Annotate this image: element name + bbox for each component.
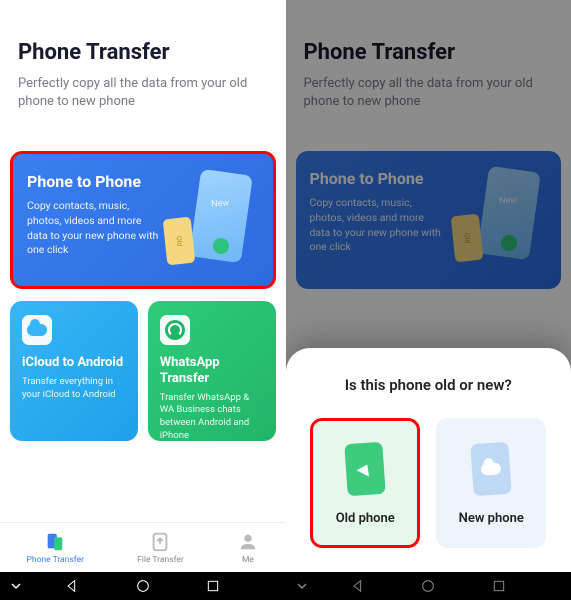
tab-phone-transfer[interactable]: Phone Transfer [27, 531, 84, 565]
choice-row: Old phone New phone [304, 418, 554, 548]
secondary-cards: iCloud to Android Transfer everything in… [10, 301, 276, 441]
icloud-title: iCloud to Android [22, 355, 126, 371]
hero-desc: Copy contacts, music, photos, videos and… [27, 199, 161, 258]
tab-label: File Transfer [137, 555, 184, 565]
back-icon[interactable] [64, 578, 80, 594]
choice-label: Old phone [336, 511, 395, 526]
left-screen: Phone Transfer Perfectly copy all the da… [0, 0, 286, 600]
home-icon[interactable] [420, 578, 436, 594]
phone-transfer-icon [44, 531, 66, 553]
cloud-icon [22, 315, 52, 345]
choice-label: New phone [459, 511, 524, 526]
old-phone-button[interactable]: Old phone [310, 418, 420, 548]
new-phone-icon [465, 441, 517, 497]
cards-container: Phone to Phone Copy contacts, music, pho… [0, 127, 286, 441]
me-icon [237, 531, 259, 553]
icloud-to-android-card[interactable]: iCloud to Android Transfer everything in… [10, 301, 138, 441]
phone-to-phone-card: Phone to Phone Copy contacts, music, pho… [296, 151, 562, 289]
file-transfer-icon [149, 531, 171, 553]
tab-file-transfer[interactable]: File Transfer [137, 531, 184, 565]
whatsapp-icon [160, 315, 190, 345]
hero-desc: Copy contacts, music, photos, videos and… [310, 196, 448, 255]
home-icon[interactable] [135, 578, 151, 594]
bottom-sheet: Is this phone old or new? Old phone New … [286, 348, 571, 572]
phone-illustration: New Old [165, 172, 265, 272]
phone-illustration: New Old [453, 169, 553, 269]
page-subtitle: Perfectly copy all the data from your ol… [304, 75, 554, 111]
recent-icon[interactable] [205, 578, 221, 594]
tab-me[interactable]: Me [237, 531, 259, 565]
android-navbar [286, 572, 571, 600]
chevron-down-icon[interactable] [294, 578, 310, 594]
whatsapp-transfer-card[interactable]: WhatsApp Transfer Transfer WhatsApp & WA… [148, 301, 276, 441]
header: Phone Transfer Perfectly copy all the da… [0, 0, 286, 127]
whatsapp-title: WhatsApp Transfer [160, 355, 264, 386]
recent-icon[interactable] [491, 578, 507, 594]
header: Phone Transfer Perfectly copy all the da… [286, 0, 571, 127]
page-subtitle: Perfectly copy all the data from your ol… [18, 75, 268, 111]
whatsapp-desc: Transfer WhatsApp & WA Business chats be… [160, 392, 264, 443]
new-phone-button[interactable]: New phone [436, 418, 546, 548]
old-phone-icon [339, 441, 391, 497]
phone-to-phone-card[interactable]: Phone to Phone Copy contacts, music, pho… [10, 151, 276, 289]
chevron-down-icon[interactable] [8, 578, 24, 594]
page-title: Phone Transfer [304, 40, 554, 65]
android-navbar [0, 572, 286, 600]
tab-bar: Phone Transfer File Transfer Me [0, 522, 286, 572]
cards-container: Phone to Phone Copy contacts, music, pho… [286, 127, 571, 289]
tab-label: Me [242, 555, 254, 565]
tab-label: Phone Transfer [27, 555, 84, 565]
page-title: Phone Transfer [18, 40, 268, 65]
back-icon[interactable] [350, 578, 366, 594]
sheet-question: Is this phone old or new? [304, 376, 554, 394]
icloud-desc: Transfer everything in your iCloud to An… [22, 376, 126, 402]
right-screen: Phone Transfer Perfectly copy all the da… [286, 0, 571, 600]
